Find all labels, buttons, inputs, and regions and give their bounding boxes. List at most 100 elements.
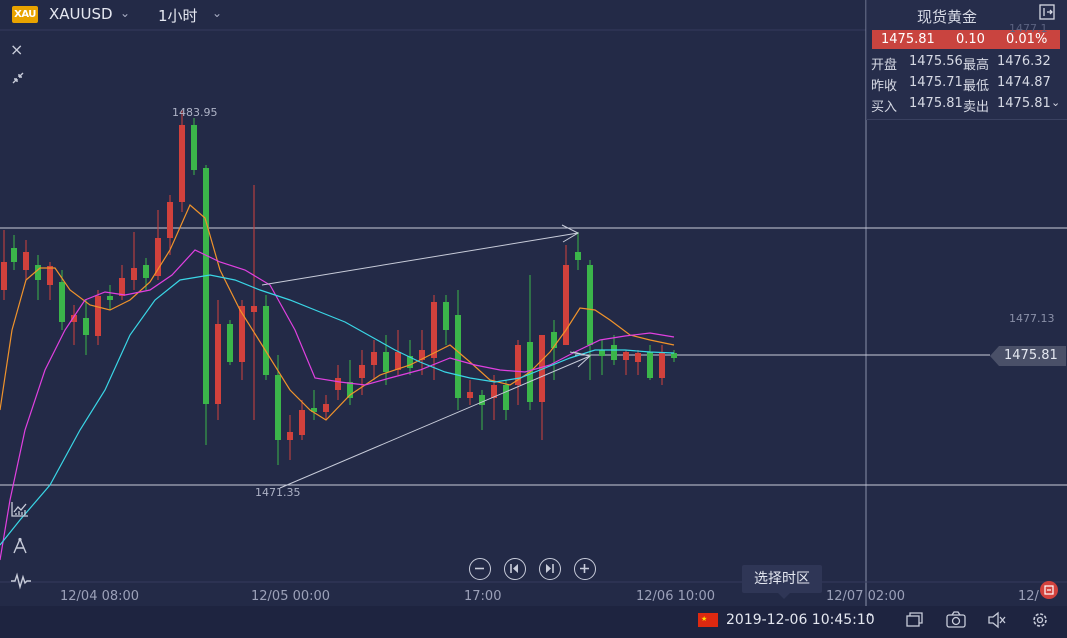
- candle-body: [359, 365, 365, 378]
- high-value: 1476.32: [997, 54, 1051, 69]
- candle-body: [503, 385, 509, 410]
- chevron-down-icon[interactable]: ⌄: [212, 6, 222, 20]
- candle-body: [383, 352, 389, 372]
- candle-body: [23, 252, 29, 270]
- candle-body: [623, 352, 629, 360]
- chevron-down-icon[interactable]: ⌄: [1051, 96, 1060, 109]
- candle-body: [263, 306, 269, 375]
- candle-body: [35, 265, 41, 280]
- ma-slow-line: [0, 274, 675, 546]
- candle-body: [215, 324, 221, 404]
- time-tick: 12/07 02:00: [826, 589, 906, 604]
- open-label: 开盘: [871, 58, 898, 73]
- camera-icon[interactable]: [946, 611, 966, 629]
- time-tick: 12/05 00:00: [251, 589, 331, 604]
- candle-body: [11, 248, 17, 262]
- candle-body: [599, 350, 605, 356]
- candle-body: [143, 265, 149, 278]
- candle-body: [647, 352, 653, 378]
- gear-icon[interactable]: [1030, 611, 1050, 629]
- candle-body: [635, 353, 641, 362]
- high-annotation: 1483.95: [172, 106, 218, 119]
- candle-body: [287, 432, 293, 440]
- candle-body: [191, 125, 197, 170]
- candle-body: [575, 252, 581, 260]
- windows-icon[interactable]: [905, 611, 925, 629]
- trend-arrow-line: [279, 355, 591, 489]
- candle-body: [131, 268, 137, 280]
- last-price: 1475.81: [881, 32, 935, 47]
- candle-body: [299, 410, 305, 435]
- candle-body: [443, 302, 449, 330]
- period-selector[interactable]: 1小时: [158, 5, 198, 26]
- candle-body: [203, 168, 209, 404]
- bid-value: 1475.81: [909, 96, 963, 111]
- time-tick: 12/04 08:00: [60, 589, 140, 604]
- bid-label: 买入: [871, 100, 898, 115]
- indicator-icon[interactable]: [10, 500, 30, 522]
- panel-title: 现货黄金: [916, 8, 977, 26]
- candle-body: [95, 296, 101, 336]
- candle-body: [83, 318, 89, 335]
- chevron-up-icon[interactable]: ⌃: [864, 611, 874, 625]
- zoom-in-button[interactable]: [574, 558, 596, 580]
- open-value: 1475.56: [909, 54, 963, 69]
- candle-body: [107, 296, 113, 300]
- candle-body: [179, 125, 185, 202]
- low-label: 最低: [963, 79, 990, 94]
- scroll-start-button[interactable]: [504, 558, 526, 580]
- candle-body: [47, 266, 53, 285]
- trend-arrow-line: [261, 232, 579, 286]
- exit-panel-icon[interactable]: [1039, 4, 1055, 20]
- candle-body: [587, 265, 593, 345]
- candle-body: [335, 378, 341, 390]
- prev-close-value: 1475.71: [909, 75, 963, 90]
- low-value: 1474.87: [997, 75, 1051, 90]
- high-label: 最高: [963, 58, 990, 73]
- current-price-label: 1475.81: [1004, 348, 1058, 363]
- candle-body: [431, 302, 437, 358]
- ask-value: 1475.81: [997, 96, 1051, 111]
- candle-body: [323, 404, 329, 412]
- quote-panel: 现货黄金 1475.81 0.10 0.01% 开盘 1475.56 最高 14…: [866, 0, 1067, 120]
- alert-icon[interactable]: [1040, 581, 1058, 599]
- candle-body: [467, 392, 473, 398]
- zoom-out-button[interactable]: [469, 558, 491, 580]
- ask-label: 卖出: [963, 100, 990, 115]
- waveform-icon[interactable]: [10, 572, 32, 594]
- candle-body: [611, 345, 617, 360]
- scroll-end-button[interactable]: [539, 558, 561, 580]
- mute-icon[interactable]: [987, 611, 1007, 629]
- candle-body: [227, 324, 233, 362]
- datetime-display[interactable]: 2019-12-06 10:45:10: [726, 612, 875, 628]
- chevron-down-icon[interactable]: ⌄: [120, 6, 130, 20]
- change-value: 0.10: [956, 32, 985, 47]
- ma-mid-line: [0, 249, 675, 561]
- candle-body: [251, 306, 257, 312]
- candle-body: [395, 352, 401, 370]
- cn-flag-icon[interactable]: ★: [698, 613, 718, 627]
- symbol-logo: XAU: [12, 6, 38, 23]
- candle-body: [239, 306, 245, 362]
- timezone-tooltip: 选择时区: [742, 565, 822, 599]
- draw-tool-icon[interactable]: [10, 537, 30, 561]
- candle-body: [479, 395, 485, 405]
- candle-body: [167, 202, 173, 238]
- low-annotation: 1471.35: [255, 486, 301, 499]
- candle-body: [455, 315, 461, 398]
- symbol-selector[interactable]: XAUUSD: [49, 5, 113, 23]
- collapse-icon[interactable]: [10, 70, 26, 90]
- time-tick: 12/: [1018, 589, 1039, 604]
- candle-body: [119, 278, 125, 296]
- price-tick: 1477.13: [1009, 312, 1055, 325]
- candle-body: [371, 352, 377, 365]
- time-tick: 17:00: [464, 589, 502, 604]
- candle-body: [659, 352, 665, 378]
- prev-close-label: 昨收: [871, 79, 898, 94]
- candle-body: [1, 262, 7, 290]
- candle-body: [59, 282, 65, 322]
- close-icon[interactable]: ×: [10, 40, 23, 59]
- current-price-marker: 1475.81: [990, 346, 1066, 366]
- candle-body: [275, 375, 281, 440]
- price-tick: 1477.1: [1009, 22, 1048, 35]
